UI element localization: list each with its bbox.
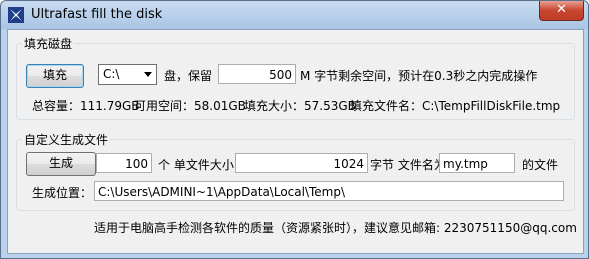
file-count-input[interactable]: 100: [96, 153, 152, 173]
close-button[interactable]: ✕: [539, 1, 584, 21]
window-title: Ultrafast fill the disk: [31, 7, 163, 22]
app-window: Ultrafast fill the disk ✕ 填充磁盘 填充 C:\ 盘，…: [0, 0, 589, 259]
free-space-label: 可用空间：58.01GB: [134, 99, 246, 113]
fill-size-label: 填充大小：57.53GB: [244, 99, 356, 113]
generate-button[interactable]: 生成: [26, 152, 96, 176]
total-capacity-label: 总容量：111.79GB: [32, 99, 140, 113]
app-icon: [8, 7, 24, 23]
drive-select-value: C:\: [103, 67, 120, 81]
reserve-input[interactable]: 500: [218, 64, 296, 84]
chevron-down-icon: [144, 72, 152, 77]
custom-file-group-title: 自定义生成文件: [22, 131, 111, 148]
location-input[interactable]: C:\Users\ADMINI~1\AppData\Local\Temp\: [94, 181, 564, 201]
fill-disk-group-title: 填充磁盘: [22, 35, 75, 52]
title-bar[interactable]: Ultrafast fill the disk ✕: [1, 1, 588, 29]
footer-info-text: 适用于电脑高手检测各软件的质量（资源紧张时），建议意见邮箱: 223075115…: [94, 221, 577, 235]
fill-button[interactable]: 填充: [26, 64, 84, 88]
file-extension-input[interactable]: my.tmp: [439, 153, 515, 173]
file-extension-suffix-label: 的文件: [522, 158, 559, 172]
client-area: 填充磁盘 填充 C:\ 盘，保留 500 M 字节剩余空间，预计在0.3秒之内完…: [7, 29, 584, 254]
location-label: 生成位置：: [32, 186, 93, 200]
drive-suffix-label: 盘，保留: [164, 69, 213, 83]
drive-select[interactable]: C:\: [98, 64, 157, 85]
file-size-input[interactable]: 1024: [235, 153, 368, 173]
fill-file-label: 填充文件名：C:\TempFillDiskFile.tmp: [350, 99, 561, 113]
reserve-suffix-label: M 字节剩余空间，预计在0.3秒之内完成操作: [300, 69, 538, 83]
file-count-suffix-label: 个 单文件大小: [158, 158, 234, 172]
